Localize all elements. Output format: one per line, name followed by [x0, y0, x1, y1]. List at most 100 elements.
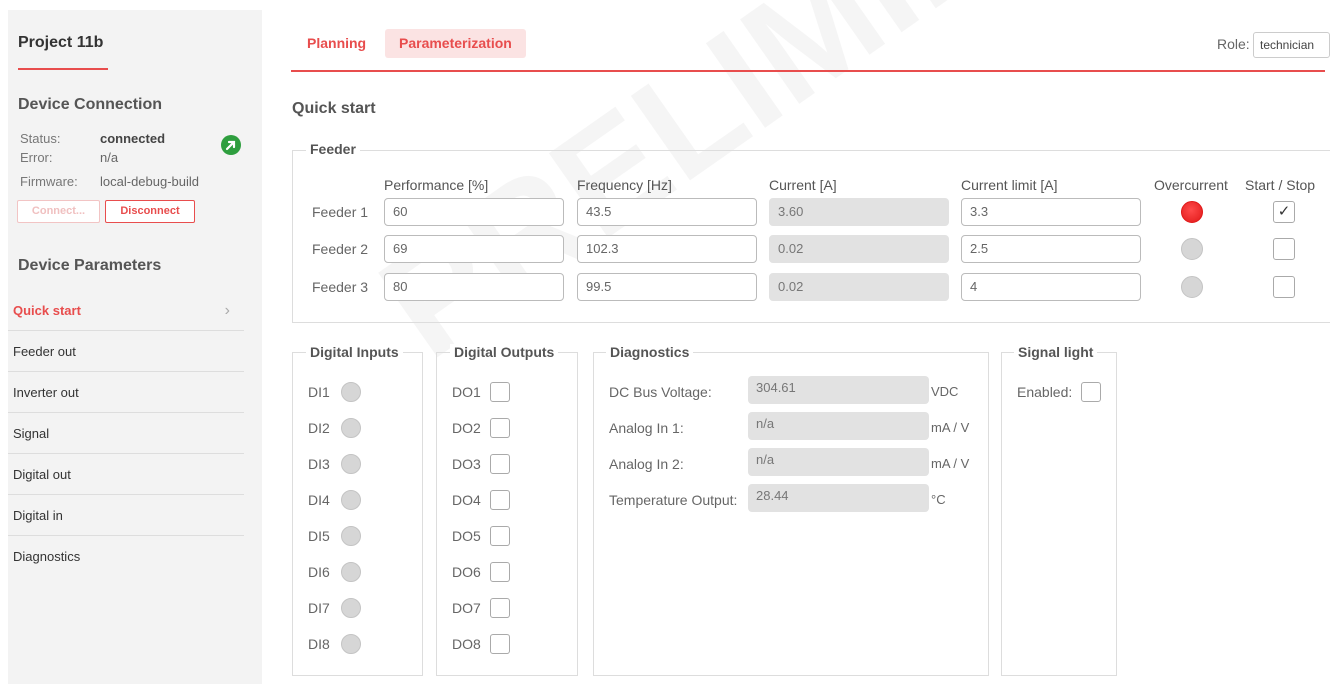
current-limit-input[interactable]: 4: [961, 273, 1141, 301]
sidebar-item-diagnostics[interactable]: Diagnostics: [8, 536, 244, 577]
parameter-nav: Quick start › Feeder out Inverter out Si…: [8, 290, 244, 577]
do-checkbox[interactable]: [490, 598, 510, 618]
signal-light-legend: Signal light: [1014, 344, 1098, 360]
connect-button[interactable]: Connect...: [17, 200, 100, 223]
error-row: Error: n/a: [20, 150, 260, 165]
sidebar-item-digital-out[interactable]: Digital out: [8, 454, 244, 495]
sidebar-item-label: Digital in: [13, 508, 63, 523]
diag-unit: mA / V: [931, 420, 970, 435]
analog-in-2-readout: n/a: [748, 448, 929, 476]
diag-unit: VDC: [931, 384, 959, 399]
do-checkbox[interactable]: [490, 634, 510, 654]
role-label: Role:: [1217, 36, 1250, 52]
sidebar-item-signal[interactable]: Signal: [8, 413, 244, 454]
analog-in-1-readout: n/a: [748, 412, 929, 440]
frequency-input[interactable]: 99.5: [577, 273, 757, 301]
diag-label: Analog In 1:: [609, 420, 684, 436]
di-label: DI2: [308, 420, 330, 436]
sidebar-item-quick-start[interactable]: Quick start ›: [8, 290, 244, 331]
device-parameters-title: Device Parameters: [18, 257, 162, 274]
temperature-output-readout: 28.44: [748, 484, 929, 512]
preliminary-watermark: PRELIMINARY: [350, 0, 1291, 392]
error-value: n/a: [100, 150, 119, 165]
start-stop-checkbox[interactable]: [1273, 276, 1295, 298]
sidebar-item-feeder-out[interactable]: Feeder out: [8, 331, 244, 372]
diag-unit: mA / V: [931, 456, 970, 471]
status-value: connected: [100, 131, 166, 146]
sidebar-item-label: Diagnostics: [13, 549, 81, 564]
do-checkbox[interactable]: [490, 490, 510, 510]
sidebar-item-label: Signal: [13, 426, 50, 441]
start-stop-checkbox[interactable]: ✓: [1273, 201, 1295, 223]
di-indicator: [341, 598, 361, 618]
di-label: DI3: [308, 456, 330, 472]
frequency-input[interactable]: 102.3: [577, 235, 757, 263]
signal-light-enabled-checkbox[interactable]: [1081, 382, 1101, 402]
di-indicator: [341, 382, 361, 402]
project-title: Project 11b: [18, 34, 104, 51]
feeder-row-label: Feeder 2: [312, 241, 369, 257]
do-label: DO8: [452, 636, 481, 652]
do-checkbox[interactable]: [490, 382, 510, 402]
role-select[interactable]: technician: [1253, 32, 1330, 58]
firmware-label: Firmware:: [20, 174, 78, 189]
di-label: DI5: [308, 528, 330, 544]
project-title-underline: [18, 68, 108, 70]
sidebar-item-label: Feeder out: [13, 344, 76, 359]
overcurrent-indicator: [1181, 276, 1203, 298]
do-label: DO1: [452, 384, 481, 400]
sidebar-item-inverter-out[interactable]: Inverter out: [8, 372, 244, 413]
dc-bus-voltage-readout: 304.61: [748, 376, 929, 404]
digital-inputs-legend: Digital Inputs: [306, 344, 403, 360]
current-limit-input[interactable]: 3.3: [961, 198, 1141, 226]
di-indicator: [341, 454, 361, 474]
status-label: Status:: [20, 131, 61, 146]
overcurrent-indicator: [1181, 238, 1203, 260]
col-performance: Performance [%]: [384, 177, 489, 193]
col-overcurrent: Overcurrent: [1154, 177, 1228, 193]
do-checkbox[interactable]: [490, 418, 510, 438]
performance-input[interactable]: 60: [384, 198, 564, 226]
page-title: Quick start: [292, 100, 376, 117]
current-readout: 0.02: [769, 273, 949, 301]
feeder-row-label: Feeder 1: [312, 204, 369, 220]
feeder-fieldset-border: [292, 150, 1330, 151]
start-stop-checkbox[interactable]: [1273, 238, 1295, 260]
di-indicator: [341, 634, 361, 654]
col-frequency: Frequency [Hz]: [577, 177, 672, 193]
firmware-row: Firmware: local-debug-build: [20, 174, 260, 189]
sidebar-item-label: Digital out: [13, 467, 71, 482]
sidebar-item-digital-in[interactable]: Digital in: [8, 495, 244, 536]
di-label: DI4: [308, 492, 330, 508]
sidebar-item-label: Inverter out: [13, 385, 79, 400]
do-label: DO2: [452, 420, 481, 436]
current-readout: 0.02: [769, 235, 949, 263]
sidebar-item-label: Quick start: [13, 303, 81, 318]
di-label: DI6: [308, 564, 330, 580]
performance-input[interactable]: 80: [384, 273, 564, 301]
di-label: DI7: [308, 600, 330, 616]
do-checkbox[interactable]: [490, 562, 510, 582]
feeder-legend: Feeder: [306, 141, 360, 157]
feeder-row-label: Feeder 3: [312, 279, 369, 295]
di-label: DI1: [308, 384, 330, 400]
digital-outputs-legend: Digital Outputs: [450, 344, 559, 360]
do-checkbox[interactable]: [490, 454, 510, 474]
do-label: DO5: [452, 528, 481, 544]
tab-planning[interactable]: Planning: [293, 29, 380, 58]
performance-input[interactable]: 69: [384, 235, 564, 263]
error-label: Error:: [20, 150, 53, 165]
do-checkbox[interactable]: [490, 526, 510, 546]
diag-label: DC Bus Voltage:: [609, 384, 712, 400]
frequency-input[interactable]: 43.5: [577, 198, 757, 226]
firmware-value: local-debug-build: [100, 174, 200, 189]
col-start-stop: Start / Stop: [1245, 177, 1316, 193]
diag-label: Temperature Output:: [609, 492, 738, 508]
do-label: DO3: [452, 456, 481, 472]
tab-parameterization[interactable]: Parameterization: [385, 29, 526, 58]
disconnect-button[interactable]: Disconnect: [105, 200, 195, 223]
diagnostics-legend: Diagnostics: [606, 344, 694, 360]
current-limit-input[interactable]: 2.5: [961, 235, 1141, 263]
diag-unit: °C: [931, 492, 946, 507]
do-label: DO7: [452, 600, 481, 616]
